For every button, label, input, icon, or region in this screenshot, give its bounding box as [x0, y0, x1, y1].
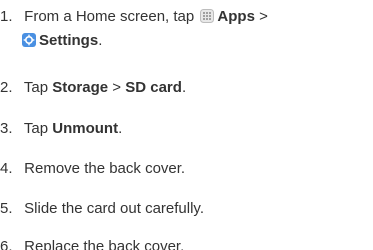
storage-label: Storage: [52, 79, 109, 96]
step-number: 3.: [0, 120, 13, 137]
step-text: Slide the card out carefully.: [24, 200, 204, 217]
step-number: 6.: [0, 238, 13, 250]
step-1-continued: Settings.: [20, 30, 102, 52]
period: .: [181, 79, 187, 96]
sd-card-label: SD card: [125, 79, 182, 96]
step-2: 2. Tap Storage > SD card.: [0, 77, 186, 99]
step-number: 1.: [0, 8, 13, 25]
step-text-prefix: Tap: [23, 120, 53, 137]
period: .: [118, 120, 123, 137]
instruction-steps: 1. From a Home screen, tap Apps > Settin…: [0, 0, 373, 250]
step-number: 2.: [0, 79, 13, 96]
period: .: [98, 32, 103, 49]
step-6: 6. Replace the back cover.: [0, 236, 184, 250]
step-text: Replace the back cover.: [24, 238, 185, 250]
apps-label: Apps: [217, 8, 255, 25]
step-text-prefix: Tap: [23, 79, 53, 96]
step-3: 3. Tap Unmount.: [0, 118, 122, 140]
step-4: 4. Remove the back cover.: [0, 158, 185, 180]
unmount-label: Unmount: [52, 120, 119, 137]
settings-gear-icon: [22, 33, 36, 47]
arrow: >: [259, 8, 268, 25]
step-5: 5. Slide the card out carefully.: [0, 198, 204, 220]
step-1: 1. From a Home screen, tap Apps >: [0, 6, 268, 28]
step-number: 5.: [0, 200, 13, 217]
settings-label: Settings: [39, 32, 99, 49]
step-text: Remove the back cover.: [24, 160, 186, 177]
step-text: From a Home screen, tap: [24, 8, 195, 25]
arrow: >: [108, 79, 126, 96]
apps-grid-icon: [200, 9, 215, 23]
step-number: 4.: [0, 160, 13, 177]
